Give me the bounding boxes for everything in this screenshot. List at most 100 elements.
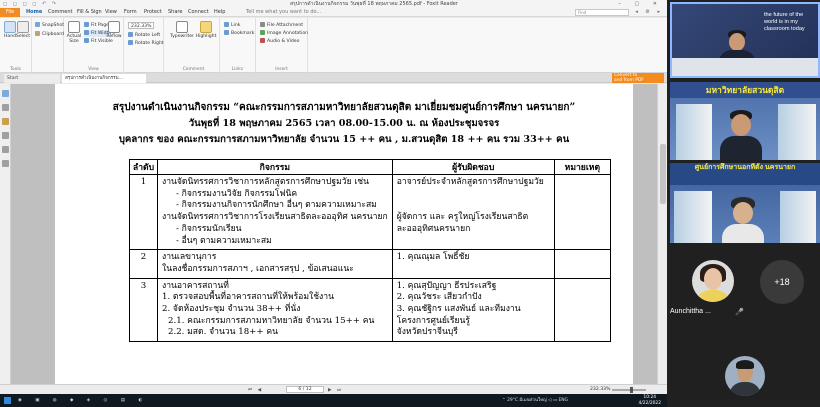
responsible-cell: 1. คุณสุปัญญา ธีรประเสริฐ 2. คุณวัชระ เส… <box>391 277 555 343</box>
attachments-panel-icon[interactable] <box>2 132 9 139</box>
comment-group-label: Comment <box>182 67 205 72</box>
tab-comment[interactable]: Comment <box>48 8 73 17</box>
scrollbar-thumb[interactable] <box>660 144 666 204</box>
bookmarks-panel-icon[interactable] <box>2 90 9 97</box>
speaker-head <box>729 33 745 51</box>
zoom-slider[interactable] <box>612 387 646 393</box>
activity-line: งานเลขานุการ <box>162 252 217 263</box>
ribbon-right-icons[interactable]: ◂ ⚙ ▸ <box>635 8 663 17</box>
activity-line: 2.1. คณะกรรมการสภามหาวิทยาลัย จำนวน 15++… <box>168 315 375 326</box>
vertical-scrollbar[interactable] <box>657 84 667 384</box>
tab-help[interactable]: Help <box>214 8 225 17</box>
tab-home[interactable]: Home <box>26 8 42 17</box>
reflow-button[interactable]: Reflow <box>105 21 123 39</box>
select-tool-button[interactable]: Select <box>14 21 32 39</box>
video-tile-participant-3[interactable]: ศูนย์การศึกษานอกที่ตั้ง นครนายก <box>670 163 820 243</box>
start-tab[interactable]: Start <box>4 74 60 83</box>
tab-fill-sign[interactable]: Fill & Sign <box>77 8 102 17</box>
video-tile-participant-2[interactable]: มหาวิทยาลัยสวนดุสิต <box>670 82 820 160</box>
convert-pdf-banner[interactable]: Convert to and from PDF <box>612 73 664 83</box>
find-input[interactable]: Find <box>575 9 629 16</box>
taskbar-apps[interactable]: ◉ ▣ ◍ ◆ ◈ ◎ ▤ ◐ <box>18 394 148 407</box>
tab-share[interactable]: Share <box>168 8 182 17</box>
typewriter-button[interactable]: Typewriter <box>170 21 194 39</box>
more-participants-button[interactable]: +18 <box>760 260 804 304</box>
participant-name: Aunchittha ... <box>670 308 711 315</box>
actual-size-label: Actual Size <box>66 34 82 44</box>
ribbon-tab-bar: File Home Comment Fill & Sign View Form … <box>0 8 667 17</box>
tab-form[interactable]: Form <box>124 8 137 17</box>
table-row: 1 งานจัดนิทรรศการวิชาการหลักสูตรการศึกษา… <box>129 173 612 251</box>
tell-me-input[interactable]: Tell me what you want to do... <box>246 8 321 17</box>
clipboard-button[interactable]: Clipboard <box>35 31 64 38</box>
responsible-cell: 1. คุณณุมล โพธิ์ชัย <box>391 249 555 279</box>
desk <box>672 58 818 76</box>
windows-start-icon[interactable] <box>4 397 11 404</box>
pdf-page: สรุปงานดำเนินงานกิจกรรม “คณะกรรมการสภามห… <box>55 84 633 384</box>
rotate-right-button[interactable]: Rotate Right <box>128 40 164 47</box>
link-button[interactable]: Link <box>224 22 240 29</box>
rotate-right-label: Rotate Right <box>135 41 164 46</box>
tab-protect[interactable]: Protect <box>144 8 162 17</box>
highlight-button[interactable]: Highlight <box>194 21 218 39</box>
page-number-input[interactable]: 6 / 12 <box>286 386 324 393</box>
snapshot-label: SnapShot <box>42 23 64 28</box>
actual-size-icon <box>68 21 80 33</box>
signatures-panel-icon[interactable] <box>2 160 9 167</box>
rotate-right-icon <box>128 40 133 45</box>
image-annotation-button[interactable]: Image Annotation <box>260 30 308 37</box>
fit-visible-icon <box>84 38 89 43</box>
document-tab[interactable]: สรุปการดำเนินงานกิจกรรม... <box>62 74 146 83</box>
navigation-pane <box>0 84 11 384</box>
taskbar-clock[interactable]: 10:24 4/22/2022 <box>638 395 661 406</box>
tab-view[interactable]: View <box>105 8 117 17</box>
tab-file[interactable]: File <box>0 8 20 17</box>
col-header-responsible: ผู้รับผิดชอบ <box>391 159 555 175</box>
quick-access-toolbar[interactable]: ◻ ◻ ◻ ◻ ↶ ↷ <box>3 0 58 8</box>
document-canvas: สรุปงานดำเนินงานกิจกรรม “คณะกรรมการสภามห… <box>11 84 657 384</box>
note-cell <box>553 173 612 251</box>
ribbon-group-insert: File Attachment Image Annotation Audio &… <box>256 18 308 73</box>
self-view-avatar[interactable] <box>725 356 765 396</box>
activity-line: งานอาคารสถานที่ <box>162 280 229 291</box>
windows-taskbar: ◉ ▣ ◍ ◆ ◈ ◎ ▤ ◐ ⌃ 29°C มีเมฆส่วนใหญ่ ◁ ▭… <box>0 394 667 407</box>
row-number: 3 <box>129 277 158 343</box>
activity-line: 2. จัดห้องประชุม จำนวน 38++ ที่นั่ง <box>162 304 301 315</box>
convert-line-2: and from PDF <box>614 78 644 83</box>
tab-connect[interactable]: Connect <box>188 8 209 17</box>
video-tile-active-speaker[interactable]: the future of the world is in my classro… <box>670 2 820 78</box>
status-zoom-value[interactable]: 232.33% <box>590 385 610 394</box>
bookmark-label: Bookmark <box>231 31 255 36</box>
window-controls[interactable]: – ▢ ✕ <box>618 0 663 8</box>
fit-visible-button[interactable]: Fit Visible <box>84 38 113 45</box>
table-row: 2 งานเลขานุการ ในลงชื่อกรรมการสภาฯ , เอก… <box>129 249 612 279</box>
layers-panel-icon[interactable] <box>2 146 9 153</box>
paperclip-icon <box>260 22 265 27</box>
file-attachment-button[interactable]: File Attachment <box>260 22 303 29</box>
table-header-row: ลำดับ กิจกรรม ผู้รับผิดชอบ หมายเหตุ <box>129 159 612 175</box>
bookmark-button[interactable]: Bookmark <box>224 30 254 37</box>
zoom-select[interactable]: 232.33% <box>128 22 155 29</box>
pages-panel-icon[interactable] <box>2 104 9 111</box>
activity-line: ในลงชื่อกรรมการสภาฯ , เอกสารสรุป , ข้อเส… <box>162 263 354 274</box>
responsible-line: ผู้จัดการ และ ครูใหญ่โรงเรียนสาธิต <box>396 212 529 223</box>
reflow-icon <box>108 21 120 33</box>
rotate-left-button[interactable]: Rotate Left <box>128 32 160 39</box>
image-icon <box>260 30 265 35</box>
audio-video-button[interactable]: Audio & Video <box>260 38 299 45</box>
building-left <box>674 191 712 243</box>
responsible-line: โครงการศูนย์เรียนรู้ <box>396 315 470 326</box>
actual-size-button[interactable]: Actual Size <box>65 21 83 44</box>
activity-line: - กิจกรรมงานกิจการนักศึกษา อื่นๆ ตามความ… <box>176 200 377 211</box>
ribbon-group-tools: Hand Select Tools <box>0 18 32 73</box>
note-cell <box>553 249 612 279</box>
fit-page-icon <box>84 22 89 27</box>
participant-avatar[interactable] <box>692 260 734 302</box>
comments-panel-icon[interactable] <box>2 118 9 125</box>
system-tray[interactable]: ⌃ 29°C มีเมฆส่วนใหญ่ ◁ ▭ ENG <box>502 394 568 407</box>
responsible-cell: อาจารย์ประจำหลักสูตรการศึกษาปฐมวัย ผู้จั… <box>391 173 555 251</box>
activity-line: - กิจกรรมนักเรียน <box>176 223 242 234</box>
building-right <box>778 104 816 160</box>
snapshot-button[interactable]: SnapShot <box>35 22 64 29</box>
col-header-order: ลำดับ <box>129 159 158 175</box>
